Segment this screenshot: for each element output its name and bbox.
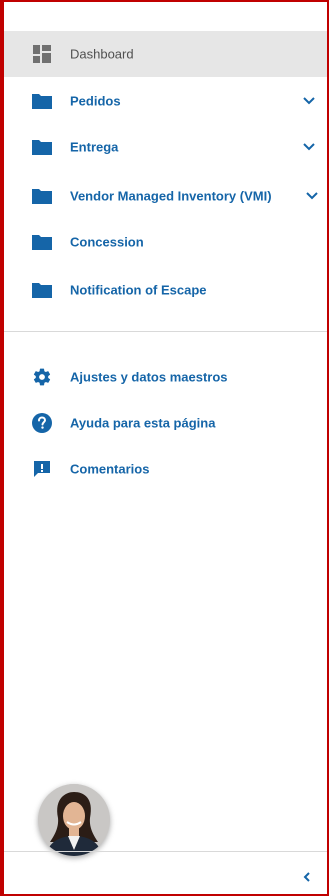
dashboard-icon	[32, 44, 52, 64]
folder-icon	[32, 137, 52, 157]
sidebar-item-label: Vendor Managed Inventory (VMI)	[70, 188, 272, 204]
sidebar-item-concession[interactable]: Concession	[4, 219, 327, 265]
sidebar-item-settings[interactable]: Ajustes y datos maestros	[4, 354, 327, 400]
sidebar-item-feedback[interactable]: Comentarios	[4, 446, 327, 492]
sidebar-item-label: Notification of Escape	[70, 282, 207, 298]
folder-icon	[32, 280, 52, 300]
sidebar-item-label: Entrega	[70, 139, 119, 155]
sidebar-item-dashboard[interactable]: Dashboard	[4, 31, 327, 77]
chevron-down-icon[interactable]	[305, 189, 319, 203]
sidebar-item-label: Ajustes y datos maestros	[70, 369, 228, 385]
sidebar-item-label: Pedidos	[70, 93, 121, 109]
chevron-down-icon[interactable]	[302, 140, 316, 154]
sidebar-item-vmi[interactable]: Vendor Managed Inventory (VMI)	[4, 173, 327, 219]
sidebar-item-pedidos[interactable]: Pedidos	[4, 78, 327, 124]
collapse-sidebar-button[interactable]	[296, 866, 318, 888]
folder-icon	[32, 186, 52, 206]
sidebar-item-label: Concession	[70, 234, 144, 250]
sidebar-item-help[interactable]: Ayuda para esta página	[4, 400, 327, 446]
help-icon	[32, 413, 52, 433]
sidebar-item-label: Ayuda para esta página	[70, 415, 216, 431]
chevron-left-icon	[303, 872, 310, 882]
user-photo-icon	[38, 784, 110, 856]
gear-icon	[32, 367, 52, 387]
sidebar-item-notification-of-escape[interactable]: Notification of Escape	[4, 267, 327, 313]
folder-icon	[32, 91, 52, 111]
sidebar-item-label: Dashboard	[70, 46, 134, 62]
chevron-down-icon[interactable]	[302, 94, 316, 108]
avatar[interactable]	[38, 784, 110, 856]
section-divider	[4, 331, 327, 332]
feedback-icon	[32, 459, 52, 479]
sidebar-item-entrega[interactable]: Entrega	[4, 124, 327, 170]
folder-icon	[32, 232, 52, 252]
footer-divider	[4, 851, 327, 852]
sidebar-item-label: Comentarios	[70, 461, 150, 477]
